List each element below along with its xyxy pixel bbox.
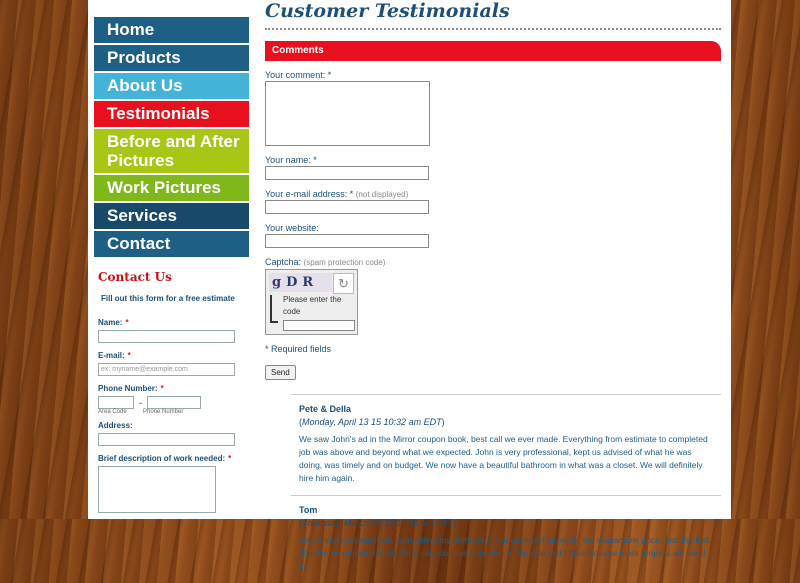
contact-name-input[interactable]: [98, 330, 235, 343]
nav-item-before-after[interactable]: Before and After Pictures: [94, 129, 249, 173]
arrow-icon: [270, 295, 278, 323]
your-email-input[interactable]: [265, 200, 429, 214]
contact-form: Contact Us Fill out this form for a free…: [98, 270, 238, 513]
contact-email-input[interactable]: ex: myname@example.com: [98, 363, 235, 376]
nav-item-testimonials[interactable]: Testimonials: [94, 101, 249, 127]
phone-row: -: [98, 396, 238, 409]
phone-dash: -: [139, 397, 142, 408]
your-name-input[interactable]: [265, 166, 429, 180]
comment-body: We saw John's ad in the Mirror coupon bo…: [299, 434, 708, 483]
nav-item-products[interactable]: Products: [94, 45, 249, 71]
phone-sublabels: Area Code Phone Number: [98, 409, 238, 415]
captcha-prompt: Please enter the code: [283, 295, 342, 316]
title-divider: [265, 28, 721, 30]
captcha-widget: gDR ↻ Please enter the code: [265, 269, 358, 335]
main-content: Customer Testimonials Comments Your comm…: [265, 0, 721, 583]
nav-item-services[interactable]: Services: [94, 203, 249, 229]
phone-number-label: Phone Number: [143, 409, 184, 415]
comments-header: Comments: [265, 41, 721, 61]
comment-entry: Tom (Thursday, March 05 15 11:34 am EST)…: [291, 495, 721, 583]
comment-body: John did an excellent job remodeling my …: [299, 535, 709, 571]
contact-form-intro: Fill out this form for a free estimate: [101, 294, 235, 303]
phone-number-input[interactable]: [147, 396, 201, 409]
nav-item-contact[interactable]: Contact: [94, 231, 249, 257]
nav-item-about-us[interactable]: About Us: [94, 73, 249, 99]
comment-textarea[interactable]: [265, 81, 430, 146]
address-input[interactable]: [98, 433, 235, 446]
comment-entry: Pete & Della (Monday, April 13 15 10:32 …: [291, 394, 721, 495]
your-website-input[interactable]: [265, 234, 429, 248]
your-website-label: Your website:: [265, 223, 319, 233]
your-email-label: Your e-mail address: * (not displayed): [265, 189, 409, 199]
send-button[interactable]: Send: [265, 365, 296, 380]
page-title: Customer Testimonials: [265, 0, 510, 22]
area-code-input[interactable]: [98, 396, 134, 409]
area-code-label: Area Code: [98, 409, 127, 415]
captcha-image: gDR: [269, 273, 332, 292]
captcha-input[interactable]: [283, 320, 355, 331]
nav-item-work-pictures[interactable]: Work Pictures: [94, 175, 249, 201]
phone-label: Phone Number: *: [98, 384, 164, 393]
required-fields-note: * Required fields: [265, 344, 332, 354]
comment-date: (Thursday, March 05 15 11:34 am EST): [299, 518, 457, 528]
address-label: Address:: [98, 421, 133, 430]
nav-item-home[interactable]: Home: [94, 17, 249, 43]
email-label: E-mail: *: [98, 351, 131, 360]
description-label: Brief description of work needed: *: [98, 454, 232, 463]
comment-author: Pete & Della: [299, 404, 352, 414]
your-name-label: Your name: *: [265, 155, 317, 165]
comment-author: Tom: [299, 505, 318, 515]
contact-form-title: Contact Us: [98, 270, 172, 284]
name-label: Name: *: [98, 318, 129, 327]
comment-label: Your comment: *: [265, 70, 332, 80]
refresh-icon[interactable]: ↻: [333, 273, 354, 294]
comment-date: (Monday, April 13 15 10:32 am EDT): [299, 417, 445, 427]
main-nav: Home Products About Us Testimonials Befo…: [94, 17, 249, 259]
description-textarea[interactable]: [98, 466, 216, 513]
captcha-label: Captcha: (spam protection code): [265, 257, 386, 267]
page-container: Home Products About Us Testimonials Befo…: [88, 0, 731, 571]
